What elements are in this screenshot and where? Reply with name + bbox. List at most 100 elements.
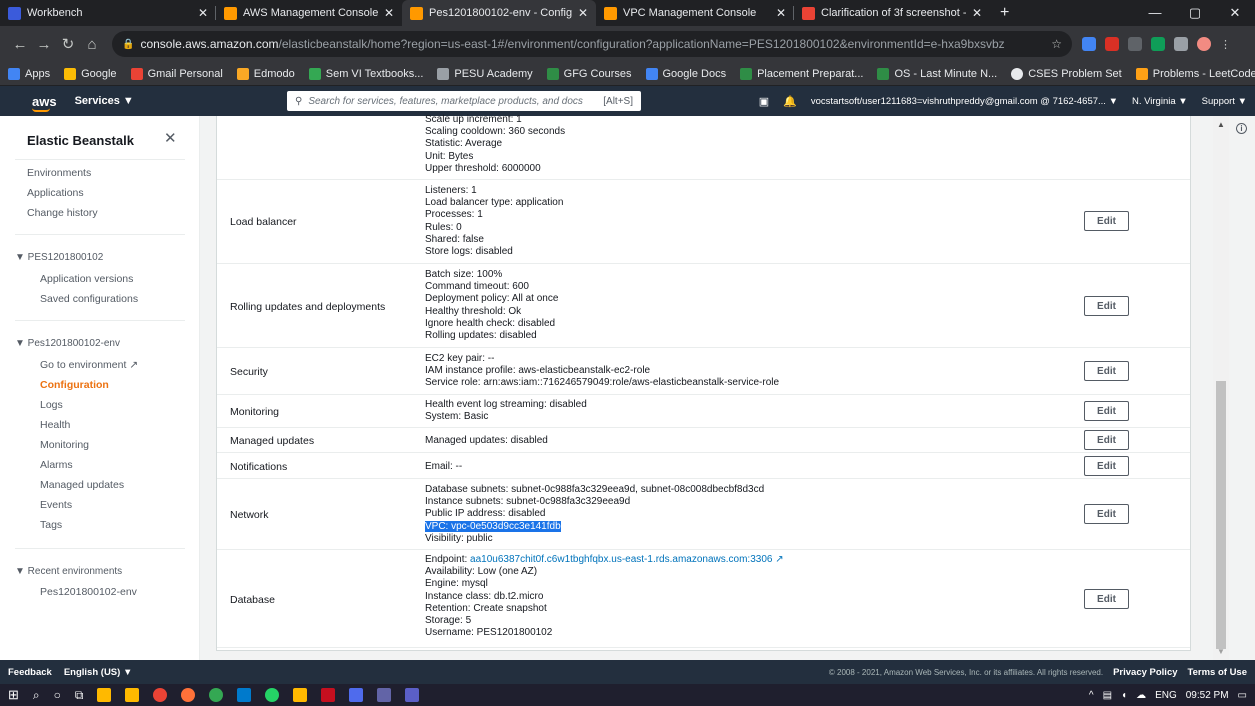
browser-tab-aws-console[interactable]: AWS Management Console ✕ — [216, 0, 402, 26]
browser-tab-workbench[interactable]: Workbench ✕ — [0, 0, 216, 26]
region-menu[interactable]: N. Virginia ▼ — [1132, 96, 1188, 107]
external-link-icon[interactable]: ↗ — [775, 554, 783, 565]
app-icon[interactable] — [349, 688, 364, 702]
sidebar-item-tags[interactable]: Tags — [40, 519, 62, 531]
edit-rolling-updates-button[interactable]: Edit — [1084, 296, 1129, 316]
app-icon[interactable] — [209, 688, 224, 702]
back-icon[interactable]: ← — [8, 36, 32, 53]
close-tab-icon[interactable]: ✕ — [578, 6, 588, 20]
network-icon[interactable]: ▤ — [1103, 690, 1112, 701]
aws-search-input[interactable]: ⚲ Search for services, features, marketp… — [287, 91, 641, 111]
extension-icon[interactable] — [1151, 37, 1165, 51]
clock[interactable]: 09:52 PM — [1186, 690, 1229, 701]
sidebar-item-change-history[interactable]: Change history — [27, 207, 98, 219]
teams-icon[interactable] — [377, 688, 392, 702]
edit-database-button[interactable]: Edit — [1084, 589, 1129, 609]
close-tab-icon[interactable]: ✕ — [198, 6, 208, 20]
extension-icon[interactable] — [1082, 37, 1096, 51]
page-scrollbar[interactable]: ▲ ▼ — [1213, 116, 1229, 660]
db-endpoint-link[interactable]: aa10u6387chit0f.c6w1tbghfqbx.us-east-1.r… — [470, 554, 772, 565]
bookmark-google[interactable]: Google — [64, 67, 117, 80]
edit-monitoring-button[interactable]: Edit — [1084, 401, 1129, 421]
sidebar-item-managed-updates[interactable]: Managed updates — [40, 479, 124, 491]
feedback-link[interactable]: Feedback — [8, 667, 52, 678]
menu-kebab-icon[interactable]: ⋮ — [1220, 38, 1231, 51]
minimize-icon[interactable]: — — [1135, 0, 1175, 26]
sidebar-item-events[interactable]: Events — [40, 499, 72, 511]
bookmark-edmodo[interactable]: Edmodo — [236, 67, 295, 80]
bookmark-apps[interactable]: Apps — [8, 67, 50, 80]
app-icon[interactable] — [321, 688, 336, 702]
maximize-icon[interactable]: ▢ — [1175, 0, 1215, 26]
sidebar-item-health[interactable]: Health — [40, 419, 70, 431]
edit-security-button[interactable]: Edit — [1084, 361, 1129, 381]
windows-start-icon[interactable]: ⊞ — [8, 687, 19, 703]
profile-avatar[interactable] — [1197, 37, 1211, 51]
puzzle-icon[interactable] — [1174, 37, 1188, 51]
sidebar-item-application-versions[interactable]: Application versions — [40, 273, 133, 285]
bookmark-gfg[interactable]: GFG Courses — [546, 67, 632, 80]
home-icon[interactable]: ⌂ — [80, 36, 104, 53]
chevron-up-icon[interactable]: ^ — [1089, 690, 1094, 701]
scrollbar-thumb[interactable] — [1216, 381, 1226, 649]
close-icon[interactable]: ✕ — [164, 129, 177, 147]
services-menu[interactable]: Services ▼ — [75, 95, 134, 107]
close-tab-icon[interactable]: ✕ — [972, 6, 982, 20]
search-icon[interactable]: ⌕ — [33, 688, 40, 703]
sidebar-item-applications[interactable]: Applications — [27, 187, 84, 199]
url-input[interactable]: 🔒 console.aws.amazon.com/elasticbeanstal… — [112, 31, 1072, 57]
bookmark-sem-vi[interactable]: Sem VI Textbooks... — [308, 67, 423, 80]
bookmark-os[interactable]: OS - Last Minute N... — [877, 67, 997, 80]
browser-tab-gmail[interactable]: Clarification of 3f screenshot - vis ✕ — [794, 0, 990, 26]
aws-logo[interactable]: aws — [32, 94, 57, 112]
sidebar-item-go-to-environment[interactable]: Go to environment ↗ — [40, 359, 138, 371]
sidebar-item-monitoring[interactable]: Monitoring — [40, 439, 89, 451]
reload-icon[interactable]: ↻ — [56, 35, 80, 53]
terms-of-use-link[interactable]: Terms of Use — [1188, 667, 1247, 678]
bookmark-gmail[interactable]: Gmail Personal — [130, 67, 223, 80]
bookmark-pesu[interactable]: PESU Academy — [437, 67, 533, 80]
scroll-up-icon[interactable]: ▲ — [1217, 120, 1225, 129]
edit-notifications-button[interactable]: Edit — [1084, 456, 1129, 476]
firefox-icon[interactable] — [181, 688, 196, 702]
browser-tab-vpc-console[interactable]: VPC Management Console ✕ — [596, 0, 794, 26]
cortana-icon[interactable]: ○ — [54, 688, 61, 702]
sidebar-item-environments[interactable]: Environments — [27, 167, 91, 179]
sidebar-section-application[interactable]: ▼ PES1201800102 — [15, 252, 103, 263]
edit-managed-updates-button[interactable]: Edit — [1084, 430, 1129, 450]
scroll-down-icon[interactable]: ▼ — [1217, 647, 1225, 656]
privacy-policy-link[interactable]: Privacy Policy — [1113, 667, 1177, 678]
sidebar-section-environment[interactable]: ▼ Pes1201800102-env — [15, 338, 120, 349]
bookmark-google-docs[interactable]: Google Docs — [645, 67, 726, 80]
whatsapp-icon[interactable] — [265, 688, 280, 702]
bookmark-star-icon[interactable]: ☆ — [1051, 37, 1062, 51]
support-menu[interactable]: Support ▼ — [1202, 96, 1247, 107]
close-window-icon[interactable]: ✕ — [1215, 0, 1255, 26]
close-tab-icon[interactable]: ✕ — [776, 6, 786, 20]
onedrive-icon[interactable]: ☁ — [1136, 690, 1146, 701]
bookmark-placement[interactable]: Placement Preparat... — [740, 67, 863, 80]
cloudshell-icon[interactable]: ▣ — [759, 95, 769, 108]
bookmark-leetcode[interactable]: Problems - LeetCode — [1135, 67, 1255, 80]
sidebar-item-recent-env[interactable]: Pes1201800102-env — [40, 586, 137, 598]
file-explorer-icon[interactable] — [125, 688, 140, 702]
app-icon[interactable] — [405, 688, 420, 702]
sidebar-item-saved-configurations[interactable]: Saved configurations — [40, 293, 138, 305]
vscode-icon[interactable] — [237, 688, 252, 702]
sidebar-item-alarms[interactable]: Alarms — [40, 459, 73, 471]
info-icon[interactable]: i — [1236, 123, 1247, 134]
edit-load-balancer-button[interactable]: Edit — [1084, 211, 1129, 231]
language-selector[interactable]: English (US) ▼ — [64, 667, 133, 678]
vpc-id-selected-text[interactable]: VPC: vpc-0e503d9cc3e141fdb — [425, 520, 561, 532]
volume-icon[interactable]: ◖ — [1121, 690, 1127, 701]
browser-tab-configuration[interactable]: Pes1201800102-env - Configurat ✕ — [402, 0, 596, 26]
sidebar-item-configuration[interactable]: Configuration — [40, 379, 109, 391]
sidebar-item-logs[interactable]: Logs — [40, 399, 63, 411]
extension-icon[interactable] — [1128, 37, 1142, 51]
edit-network-button[interactable]: Edit — [1084, 504, 1129, 524]
sidebar-section-recent[interactable]: ▼ Recent environments — [15, 566, 122, 577]
notifications-icon[interactable]: ▭ — [1238, 690, 1247, 701]
account-menu[interactable]: vocstartsoft/user1211683=vishruthpreddy@… — [811, 96, 1118, 107]
chrome-icon[interactable] — [153, 688, 168, 702]
language-indicator[interactable]: ENG — [1155, 690, 1177, 701]
